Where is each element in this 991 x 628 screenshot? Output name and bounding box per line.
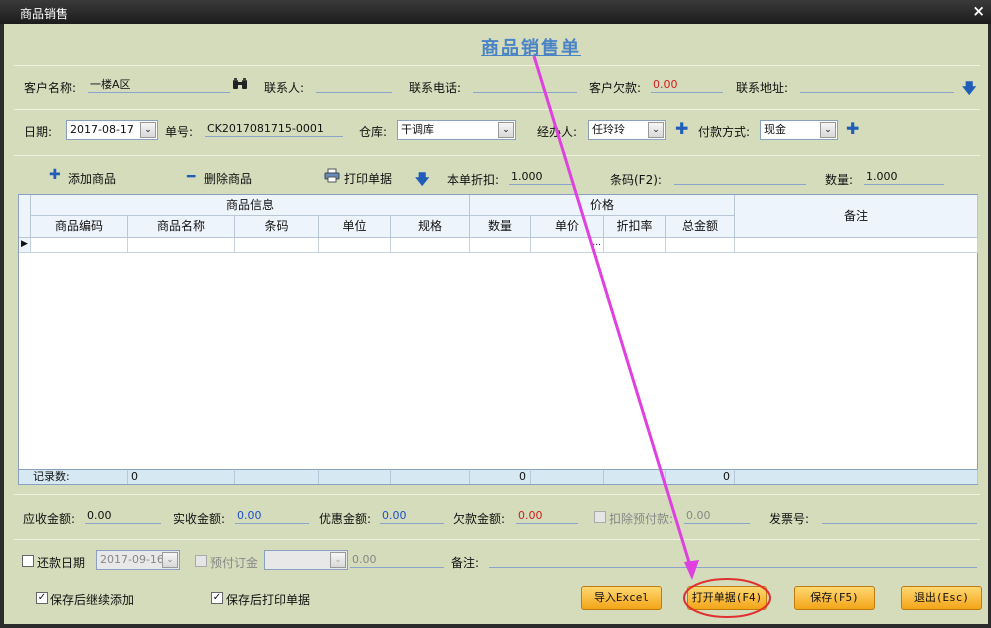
annotation-arrow-head xyxy=(684,560,699,580)
annotation-arrow-line xyxy=(532,55,694,573)
annotation-circle xyxy=(683,578,771,618)
annotation-overlay xyxy=(532,55,771,618)
